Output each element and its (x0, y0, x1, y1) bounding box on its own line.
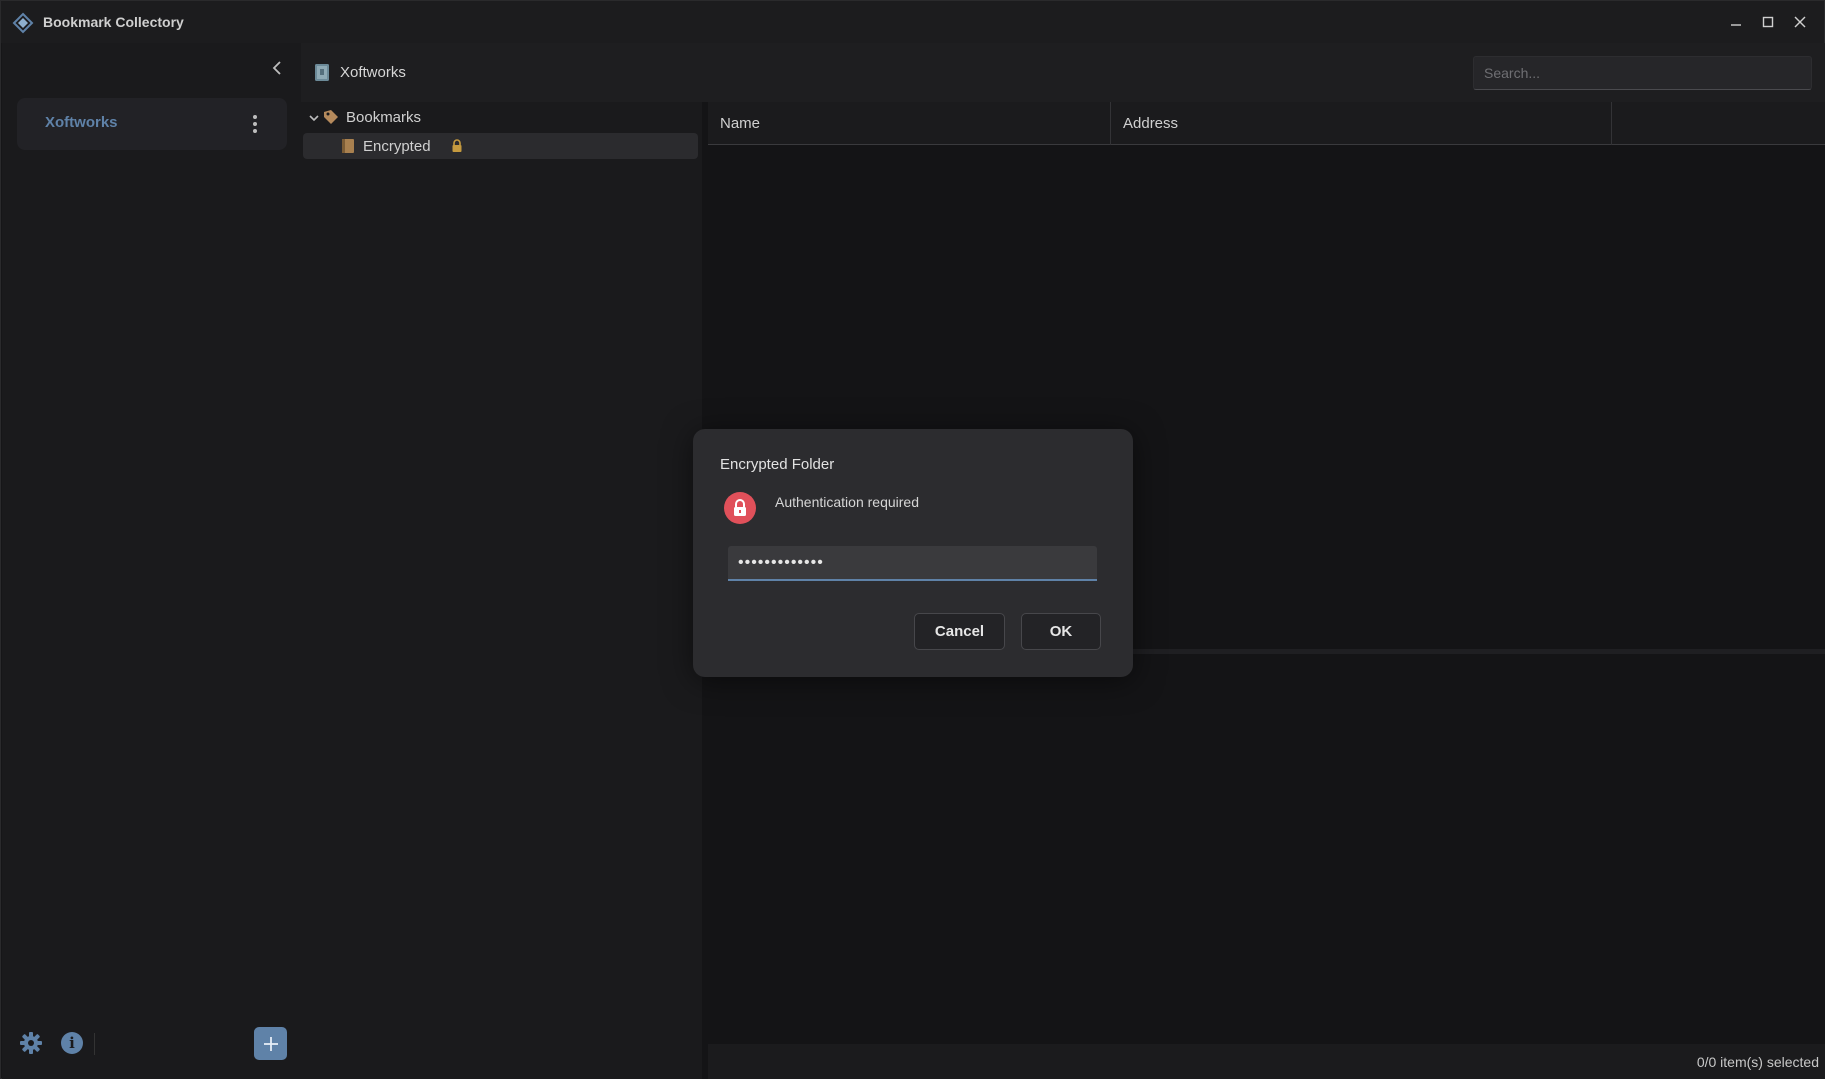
maximize-icon (1762, 16, 1774, 28)
app-logo-icon (12, 12, 34, 34)
encrypted-folder-dialog: Encrypted Folder Authentication required… (693, 429, 1133, 677)
column-header-address[interactable]: Address (1111, 102, 1611, 145)
collapse-sidebar-button[interactable] (267, 58, 287, 78)
collection-label: Xoftworks (45, 114, 118, 131)
dialog-title: Encrypted Folder (720, 456, 835, 473)
title-bar: Bookmark Collectory (1, 1, 1824, 43)
column-separator[interactable] (1611, 102, 1612, 145)
divider (94, 1033, 95, 1055)
bookmarks-tag-icon (324, 110, 338, 124)
close-icon (1794, 16, 1806, 28)
sidebar-item-collection[interactable]: Xoftworks (17, 98, 287, 150)
kebab-dot-icon (253, 129, 257, 133)
search-input[interactable] (1473, 56, 1812, 90)
info-icon[interactable]: i (61, 1032, 83, 1054)
tree-item-bookmarks[interactable]: Bookmarks (303, 104, 698, 130)
collection-header: Xoftworks (301, 43, 1825, 102)
column-header-name[interactable]: Name (708, 102, 1110, 145)
collection-book-icon (315, 64, 329, 81)
minimize-icon (1731, 24, 1741, 26)
ok-button[interactable]: OK (1021, 613, 1101, 650)
kebab-dot-icon (253, 115, 257, 119)
add-collection-button[interactable] (254, 1027, 287, 1060)
lock-alert-icon (724, 492, 756, 524)
folder-tree: Bookmarks Encrypted (301, 102, 702, 1079)
selection-status: 0/0 item(s) selected (1696, 1054, 1819, 1070)
tree-item-label: Bookmarks (346, 109, 422, 126)
folder-book-icon (342, 139, 354, 153)
more-options-button[interactable] (247, 112, 263, 136)
tree-item-label: Encrypted (363, 138, 431, 155)
app-title: Bookmark Collectory (43, 14, 184, 30)
maximize-button[interactable] (1753, 9, 1783, 35)
dialog-message: Authentication required (775, 494, 919, 510)
tree-item-encrypted[interactable]: Encrypted (303, 133, 698, 159)
lock-icon (734, 499, 746, 516)
collection-title: Xoftworks (340, 64, 406, 81)
chevron-left-icon (272, 61, 281, 75)
close-window-button[interactable] (1785, 9, 1815, 35)
lock-icon (452, 139, 462, 152)
chevron-down-icon (309, 115, 319, 122)
plus-icon (263, 1036, 278, 1051)
status-bar: 0/0 item(s) selected (708, 1044, 1825, 1079)
password-field[interactable] (728, 546, 1097, 581)
minimize-button[interactable] (1721, 9, 1751, 35)
cancel-button[interactable]: Cancel (914, 613, 1005, 650)
table-header: Name Address (708, 102, 1825, 145)
gear-icon[interactable] (19, 1031, 43, 1055)
app-window: Bookmark Collectory Xoftworks i Xoftwork… (0, 0, 1825, 1079)
kebab-dot-icon (253, 122, 257, 126)
sidebar: Xoftworks i (2, 43, 301, 1079)
